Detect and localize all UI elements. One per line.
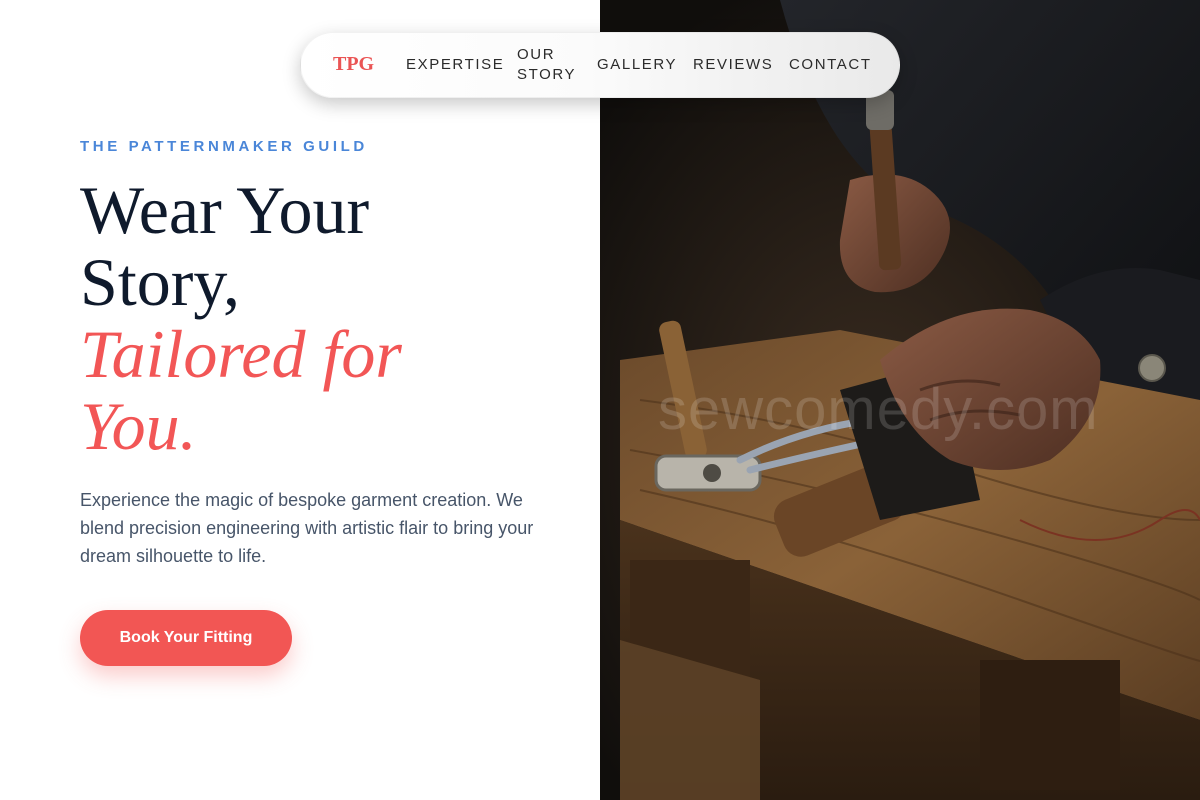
landing-page: THE PATTERNMAKER GUILD Wear Your Story, … xyxy=(0,0,1200,800)
book-fitting-button[interactable]: Book Your Fitting xyxy=(80,610,292,666)
headline-line-2: Story, xyxy=(80,244,240,320)
headline-line-1: Wear Your xyxy=(80,172,370,248)
jacket-button xyxy=(1138,354,1166,382)
nav-link-our-story[interactable]: OUR STORY xyxy=(517,45,577,85)
hero-headline: Wear Your Story, Tailored for You. xyxy=(80,174,580,462)
nav-link-expertise[interactable]: EXPERTISE xyxy=(406,55,504,75)
headline-accent-2: You. xyxy=(80,388,197,464)
top-navigation: TPG EXPERTISE OUR STORY GALLERY REVIEWS … xyxy=(300,32,900,98)
hero-photo: sewcomedy.com xyxy=(600,0,1200,800)
hero-eyebrow: THE PATTERNMAKER GUILD xyxy=(80,138,368,155)
headline-accent-1: Tailored for xyxy=(80,316,402,392)
bench-hammer-eye xyxy=(703,464,721,482)
workbench-leg-right xyxy=(980,660,1120,790)
nav-link-contact[interactable]: CONTACT xyxy=(789,55,872,75)
nav-link-reviews[interactable]: REVIEWS xyxy=(693,55,773,75)
hero-section: THE PATTERNMAKER GUILD Wear Your Story, … xyxy=(0,0,600,800)
brand-logo[interactable]: TPG xyxy=(333,53,374,76)
photo-watermark: sewcomedy.com xyxy=(658,377,1099,442)
hero-description: Experience the magic of bespoke garment … xyxy=(80,490,534,566)
nav-link-gallery[interactable]: GALLERY xyxy=(597,55,677,75)
